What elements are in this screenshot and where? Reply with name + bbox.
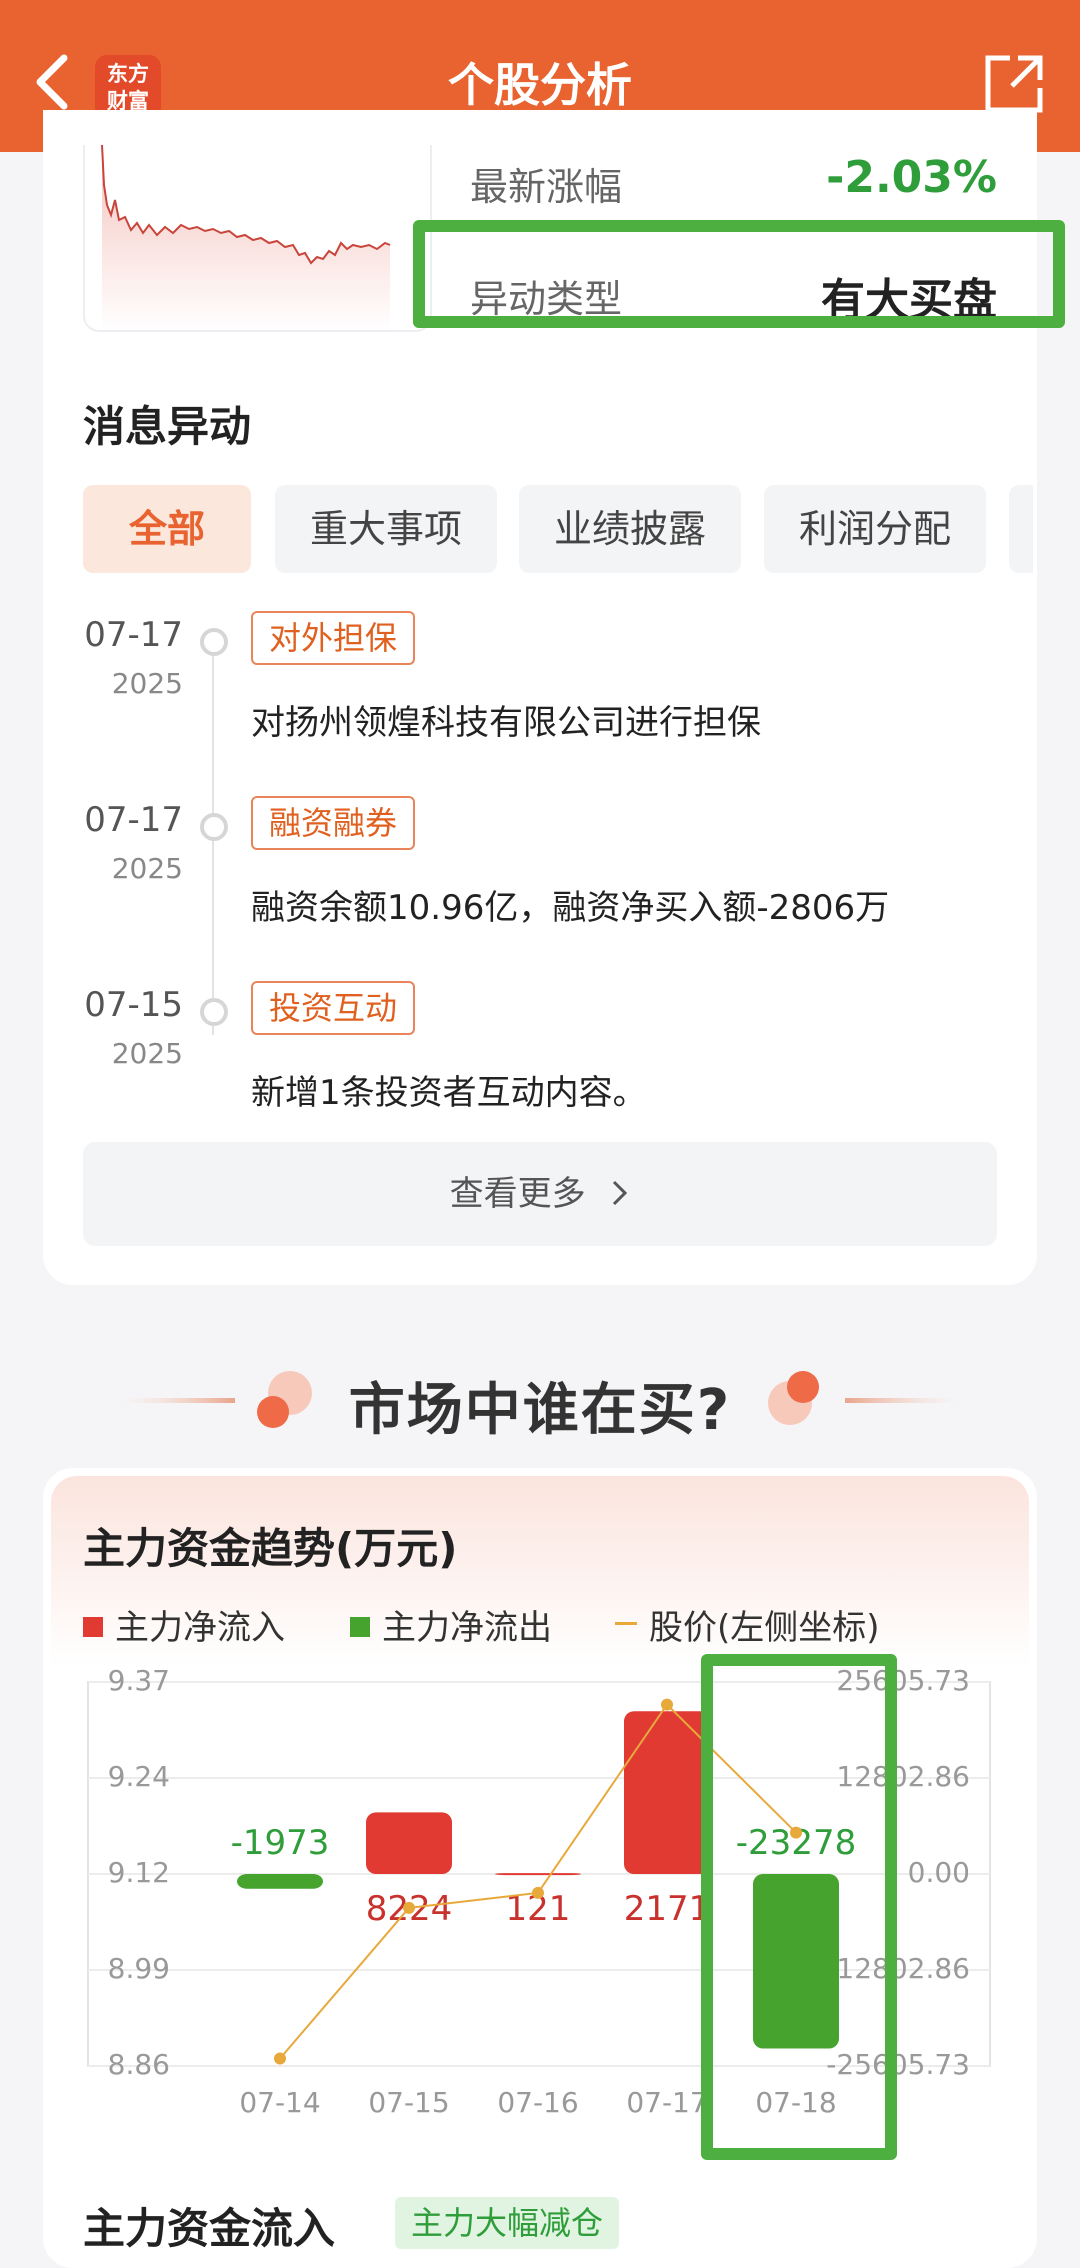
list-item[interactable]: 07-17 2025 对外担保 对扬州领煌科技有限公司进行担保 [83,611,1003,775]
news-date: 07-17 [84,800,183,840]
news-tag: 融资融券 [251,796,416,850]
legend-outflow: 主力净流出 [350,1600,552,1649]
price-point [274,2052,286,2065]
legend-price-label: 股价(左侧坐标) [649,1608,880,1648]
news-text: 新增1条投资者互动内容。 [251,1073,647,1113]
news-tag: 投资互动 [251,981,416,1035]
capital-trend-chart: 9.37 25605.73 9.24 12802.86 9.12 0.00 8.99 -128… [0,1660,1080,2130]
legend-outflow-label: 主力净流出 [382,1608,552,1648]
left-tick-label: 8.86 [108,2048,170,2081]
news-text: 融资余额10.96亿，融资净买入额-2806万 [251,888,890,928]
tab-all[interactable]: 全部 [83,485,251,573]
capital-trend-title: 主力资金趋势(万元) [83,1524,458,1573]
view-more-label: 查看更多 [449,1174,586,1214]
x-tick-label: 07-15 [368,2086,449,2119]
tab-more[interactable] [1009,485,1033,573]
capital-inflow-title: 主力资金流入 [83,2204,336,2253]
bar [495,1873,581,1876]
x-tick-label: 07-17 [626,2086,707,2119]
legend-price: 股价(左侧坐标) [615,1600,880,1649]
price-point [661,1698,673,1711]
news-date: 07-15 [84,985,183,1025]
list-item[interactable]: 07-15 2025 投资互动 新增1条投资者互动内容。 [83,981,1003,1145]
news-section-title: 消息异动 [83,402,252,451]
timeline-dot [200,813,228,841]
bar [366,1812,452,1874]
legend-inflow-label: 主力净流入 [115,1608,285,1648]
banner-title: 市场中谁在买? [348,1378,732,1443]
timeline-dot [200,628,228,656]
latest-change-label: 最新涨幅 [470,165,623,209]
share-icon[interactable] [982,52,1046,116]
legend-swatch-price [615,1622,637,1625]
bar-data-label: 2171 [624,1889,711,1929]
news-year: 2025 [111,667,183,700]
legend-swatch-inflow [83,1616,103,1637]
left-tick-label: 9.12 [108,1856,170,1889]
highlight-box-anomaly [413,220,1065,328]
news-tag: 对外担保 [251,611,416,665]
intraday-sparkline [83,145,432,332]
list-item[interactable]: 07-17 2025 融资融券 融资余额10.96亿，融资净买入额-2806万 [83,796,1003,960]
who-is-buying-banner: 市场中谁在买? [0,1355,1080,1445]
tab-dividend[interactable]: 利润分配 [764,485,986,573]
price-point [532,1886,544,1899]
news-year: 2025 [111,852,183,885]
timeline-dot [200,998,228,1026]
highlight-box-0718 [701,1654,897,2160]
bar [237,1874,323,1889]
news-tabs: 全部 重大事项 业绩披露 利润分配 [83,485,1033,575]
news-year: 2025 [111,1037,183,1070]
x-tick-label: 07-14 [239,2086,320,2119]
left-tick-label: 9.24 [108,1760,170,1793]
latest-change-row: 最新涨幅 -2.03% [470,148,1000,209]
price-point [403,1901,415,1914]
latest-change-value: -2.03% [826,152,997,203]
left-tick-label: 9.37 [108,1664,170,1697]
chevron-right-icon [613,1180,628,1205]
x-tick-label: 07-16 [497,2086,578,2119]
legend-swatch-outflow [350,1616,370,1637]
tab-major-events[interactable]: 重大事项 [275,485,497,573]
tab-earnings[interactable]: 业绩披露 [519,485,741,573]
legend-inflow: 主力净流入 [83,1600,285,1649]
news-date: 07-17 [84,615,183,655]
page-title: 个股分析 [448,58,632,112]
news-timeline: 07-17 2025 对外担保 对扬州领煌科技有限公司进行担保 07-17 20… [83,611,1003,1135]
view-more-button[interactable]: 查看更多 [83,1142,997,1246]
status-badge: 主力大幅减仓 [395,2197,620,2249]
bar-data-label: -1973 [231,1823,330,1863]
left-tick-label: 8.99 [108,1952,170,1985]
news-text: 对扬州领煌科技有限公司进行担保 [251,703,761,743]
chart-svg: 9.37 25605.739.24 12802.869.12 0.008.99 -128… [87,1664,991,2119]
right-tick-label: 0.00 [908,1856,970,1889]
